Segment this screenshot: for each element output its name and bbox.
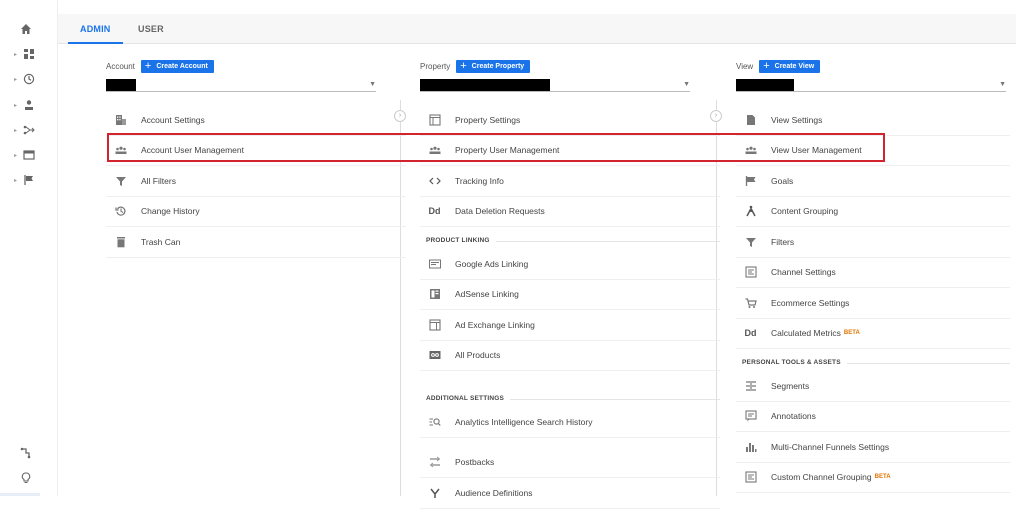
customization-icon[interactable]: ▸ bbox=[14, 45, 40, 63]
redacted-view-name bbox=[736, 79, 794, 91]
account-column: Account + Create Account ▼ Account Setti… bbox=[106, 44, 406, 496]
ad-exchange-linking[interactable]: Ad Exchange Linking bbox=[420, 310, 720, 341]
content-grouping-icon bbox=[744, 205, 757, 218]
custom-channel-grouping[interactable]: Custom Channel Grouping BETA bbox=[736, 463, 1010, 493]
dropdown-arrow-icon: ▼ bbox=[369, 81, 376, 88]
data-deletion-requests[interactable]: Dd Data Deletion Requests bbox=[420, 197, 720, 227]
account-settings[interactable]: Account Settings bbox=[106, 105, 406, 136]
ads-linking-icon bbox=[428, 257, 441, 270]
beta-badge: BETA bbox=[874, 474, 891, 481]
filters[interactable]: Filters bbox=[736, 227, 1010, 258]
adsense-icon bbox=[428, 288, 441, 301]
view-user-management[interactable]: View User Management bbox=[736, 136, 1010, 166]
acquisition-icon[interactable]: ▸ bbox=[14, 121, 40, 139]
property-selector[interactable]: ▼ bbox=[420, 78, 690, 92]
annotations[interactable]: Annotations bbox=[736, 402, 1010, 432]
view-selector[interactable]: ▼ bbox=[736, 78, 1006, 92]
home-icon[interactable] bbox=[20, 20, 46, 38]
ecommerce-settings[interactable]: Ecommerce Settings bbox=[736, 288, 1010, 319]
view-label: View bbox=[736, 62, 754, 71]
property-column: Property + Create Property ▼ Property Se… bbox=[420, 44, 720, 509]
annotation-icon bbox=[744, 410, 757, 423]
building-icon bbox=[114, 113, 127, 126]
people-group-icon bbox=[744, 144, 757, 157]
flag-icon bbox=[744, 174, 757, 187]
all-products[interactable]: All Products bbox=[420, 341, 720, 371]
postbacks-icon bbox=[428, 456, 441, 469]
create-property-button[interactable]: + Create Property bbox=[456, 60, 531, 73]
code-brackets-icon bbox=[428, 174, 441, 187]
account-user-management[interactable]: Account User Management bbox=[106, 136, 406, 166]
change-history[interactable]: Change History bbox=[106, 197, 406, 227]
window-icon bbox=[428, 113, 441, 126]
calculated-metrics[interactable]: Dd Calculated Metrics BETA bbox=[736, 319, 1010, 349]
channel-grouping-icon bbox=[744, 471, 757, 484]
additional-settings-header: ADDITIONAL SETTINGS bbox=[420, 385, 720, 407]
history-icon bbox=[114, 205, 127, 218]
redacted-account-name bbox=[106, 79, 136, 91]
search-history-icon bbox=[428, 415, 441, 428]
create-view-label: Create View bbox=[774, 63, 815, 70]
redacted-property-name bbox=[420, 79, 550, 91]
audience-person-icon[interactable]: ▸ bbox=[14, 96, 40, 114]
create-property-label: Create Property bbox=[471, 63, 525, 70]
multi-channel-funnels-settings[interactable]: Multi-Channel Funnels Settings bbox=[736, 432, 1010, 463]
plus-icon: + bbox=[144, 60, 152, 72]
ad-exchange-icon bbox=[428, 318, 441, 331]
account-label: Account bbox=[106, 62, 135, 71]
attribution-icon[interactable] bbox=[20, 444, 46, 462]
tracking-info[interactable]: Tracking Info bbox=[420, 166, 720, 197]
create-view-button[interactable]: + Create View bbox=[759, 60, 821, 73]
admin-tabs-bar: ADMIN USER bbox=[58, 14, 1016, 44]
view-settings[interactable]: View Settings bbox=[736, 105, 1010, 136]
tab-admin[interactable]: ADMIN bbox=[68, 14, 122, 44]
property-label: Property bbox=[420, 62, 451, 71]
analytics-intelligence-search-history[interactable]: Analytics Intelligence Search History bbox=[420, 407, 720, 438]
tab-user[interactable]: USER bbox=[138, 14, 164, 44]
create-account-label: Create Account bbox=[156, 63, 208, 70]
segments-icon bbox=[744, 379, 757, 392]
channel-settings-icon bbox=[744, 266, 757, 279]
all-filters[interactable]: All Filters bbox=[106, 166, 406, 197]
adsense-linking[interactable]: AdSense Linking bbox=[420, 280, 720, 310]
account-selector[interactable]: ▼ bbox=[106, 78, 376, 92]
discover-lightbulb-icon[interactable] bbox=[20, 469, 46, 487]
trash-icon bbox=[114, 235, 127, 248]
bar-chart-icon bbox=[744, 440, 757, 453]
people-group-icon bbox=[428, 144, 441, 157]
filter-funnel-icon bbox=[744, 235, 757, 248]
segments[interactable]: Segments bbox=[736, 371, 1010, 402]
channel-settings[interactable]: Channel Settings bbox=[736, 258, 1010, 288]
property-user-management[interactable]: Property User Management bbox=[420, 136, 720, 166]
create-account-button[interactable]: + Create Account bbox=[140, 60, 214, 73]
dropdown-arrow-icon: ▼ bbox=[683, 81, 690, 88]
product-linking-header: PRODUCT LINKING bbox=[420, 227, 720, 249]
people-group-icon bbox=[114, 144, 127, 157]
plus-icon: + bbox=[460, 60, 467, 72]
audience-definitions[interactable]: Audience Definitions bbox=[420, 478, 720, 509]
document-icon bbox=[744, 113, 757, 126]
dropdown-arrow-icon: ▼ bbox=[999, 81, 1006, 88]
realtime-clock-icon[interactable]: ▸ bbox=[14, 70, 40, 88]
property-settings[interactable]: Property Settings bbox=[420, 105, 720, 136]
dd-icon: Dd bbox=[428, 206, 441, 217]
filter-funnel-icon bbox=[114, 174, 127, 187]
personal-tools-header: PERSONAL TOOLS & ASSETS bbox=[736, 349, 1010, 371]
all-products-icon bbox=[428, 349, 441, 362]
goals[interactable]: Goals bbox=[736, 166, 1010, 197]
postbacks[interactable]: Postbacks bbox=[420, 448, 720, 478]
left-nav: ▸ ▸ ▸ ▸ ▸ ▸ bbox=[0, 0, 58, 496]
dd-icon: Dd bbox=[744, 328, 757, 339]
view-column: View + Create View ▼ View Settings View … bbox=[736, 44, 1010, 496]
content-grouping[interactable]: Content Grouping bbox=[736, 197, 1010, 227]
behavior-icon[interactable]: ▸ bbox=[14, 146, 40, 164]
conversions-flag-icon[interactable]: ▸ bbox=[14, 171, 40, 189]
fork-icon bbox=[428, 486, 441, 499]
shopping-cart-icon bbox=[744, 296, 757, 309]
plus-icon: + bbox=[763, 60, 770, 72]
beta-badge: BETA bbox=[843, 330, 860, 337]
google-ads-linking[interactable]: Google Ads Linking bbox=[420, 249, 720, 280]
trash-can[interactable]: Trash Can bbox=[106, 227, 406, 258]
